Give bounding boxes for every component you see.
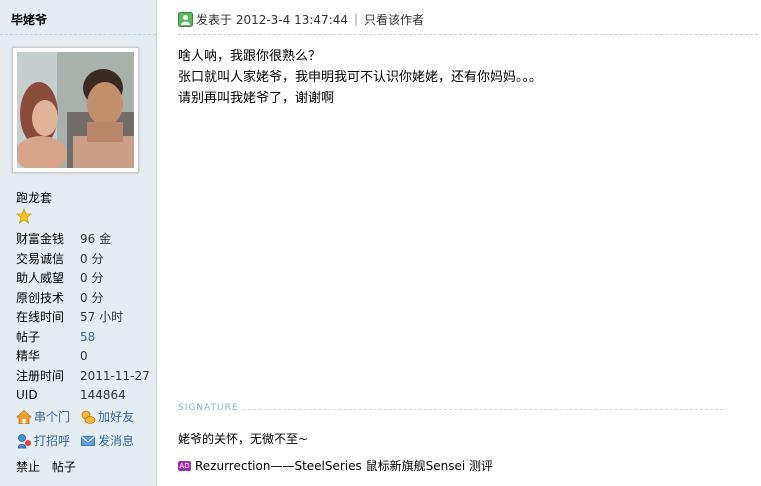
stat-value: 0 分 (80, 251, 104, 266)
post-count-link[interactable]: 58 (80, 328, 95, 348)
visit-button[interactable]: 串个门 (16, 408, 70, 425)
stat-label: 精华 (16, 349, 41, 363)
stat-row: 注册时间 2011-11-27 (16, 367, 156, 387)
message-button[interactable]: 发消息 (80, 432, 134, 449)
add-friend-label: 加好友 (98, 410, 135, 424)
stat-value: 2011-11-27 (80, 368, 150, 383)
stat-label: 助人威望 (16, 271, 65, 285)
post-content: 啥人呐，我跟你很熟么？ 张口就叫人家姥爷，我申明我可不认识你姥姥，还有你妈妈。。… (178, 46, 542, 109)
user-group[interactable]: 跑龙套 (16, 189, 52, 206)
only-author-link[interactable]: 只看该作者 (364, 11, 424, 28)
post-main: 发表于 2012-3-4 13:47:44 | 只看该作者 啥人呐，我跟你很熟么… (158, 0, 761, 486)
ad-link[interactable]: AD Rezurrection——SteelSeries 鼠标新旗舰Sensei… (178, 457, 493, 474)
avatar[interactable] (17, 52, 134, 168)
stat-label: 交易诚信 (16, 251, 65, 266)
stat-value: 96 金 (80, 232, 112, 246)
stat-label: UID (16, 388, 38, 402)
post-line: 请别再叫我姥爷了，谢谢啊 (178, 91, 335, 106)
stat-row: 精华 0 (16, 347, 156, 367)
stat-label: 帖子 (16, 329, 41, 344)
author-sidebar: 毕姥爷 跑龙套 财富金钱 96 金 交易诚信 0 分 助人威望 0 分 原创技术… (0, 0, 157, 486)
author-stats: 财富金钱 96 金 交易诚信 0 分 助人威望 0 分 原创技术 0 分 在线时… (16, 230, 156, 406)
stat-value: 0 (80, 349, 88, 363)
posts-link[interactable]: 帖子 (52, 460, 76, 474)
ban-link[interactable]: 禁止 (16, 460, 40, 474)
star-icon (16, 208, 32, 224)
envelope-icon (81, 435, 95, 446)
stat-value: 0 分 (80, 290, 104, 305)
stat-row: 帖子 58 (16, 328, 156, 348)
stat-value: 57 小时 (80, 310, 124, 324)
stat-row: UID 144864 (16, 386, 156, 406)
stat-label: 注册时间 (16, 368, 65, 383)
header-separator: | (354, 12, 359, 26)
avatar-frame[interactable] (12, 47, 139, 173)
admin-links: 禁止 帖子 (16, 458, 84, 475)
signature-label: SIGNATURE (178, 403, 243, 413)
stat-value: 0 分 (80, 271, 104, 285)
post-line: 啥人呐，我跟你很熟么？ (178, 49, 322, 64)
add-friend-button[interactable]: 加好友 (80, 408, 134, 425)
poke-button[interactable]: 打招呼 (16, 432, 70, 449)
post-time: 发表于 2012-3-4 13:47:44 (196, 12, 348, 27)
stat-value: 144864 (80, 388, 126, 402)
author-name[interactable]: 毕姥爷 (11, 11, 47, 28)
signature-divider: SIGNATURE (178, 403, 723, 415)
home-icon (16, 409, 32, 424)
post-line: 张口就叫人家姥爷，我申明我可不认识你姥姥，还有你妈妈。。。 (178, 70, 543, 85)
stat-label: 原创技术 (16, 290, 65, 305)
stat-row: 交易诚信 0 分 (16, 250, 156, 270)
message-label: 发消息 (98, 434, 135, 448)
ad-text[interactable]: Rezurrection——SteelSeries 鼠标新旗舰Sensei 测评 (195, 457, 493, 474)
signature-rule (178, 409, 723, 410)
avatar-photo (17, 52, 134, 168)
stat-row: 财富金钱 96 金 (16, 230, 156, 250)
header-divider (178, 34, 758, 35)
visit-label: 串个门 (34, 410, 71, 424)
stat-label: 在线时间 (16, 310, 65, 324)
stat-row: 在线时间 57 小时 (16, 308, 156, 328)
poke-icon (17, 433, 31, 448)
post-header: 发表于 2012-3-4 13:47:44 | 只看该作者 (178, 10, 424, 28)
stat-row: 原创技术 0 分 (16, 289, 156, 309)
stat-label: 财富金钱 (16, 232, 65, 246)
add-friend-icon (81, 410, 96, 424)
name-divider (0, 34, 156, 35)
ad-badge: AD (178, 460, 191, 471)
online-status-icon (178, 11, 193, 27)
stat-row: 助人威望 0 分 (16, 269, 156, 289)
signature-text: 姥爷的关怀，无微不至~ (178, 432, 309, 446)
poke-label: 打招呼 (34, 434, 71, 448)
